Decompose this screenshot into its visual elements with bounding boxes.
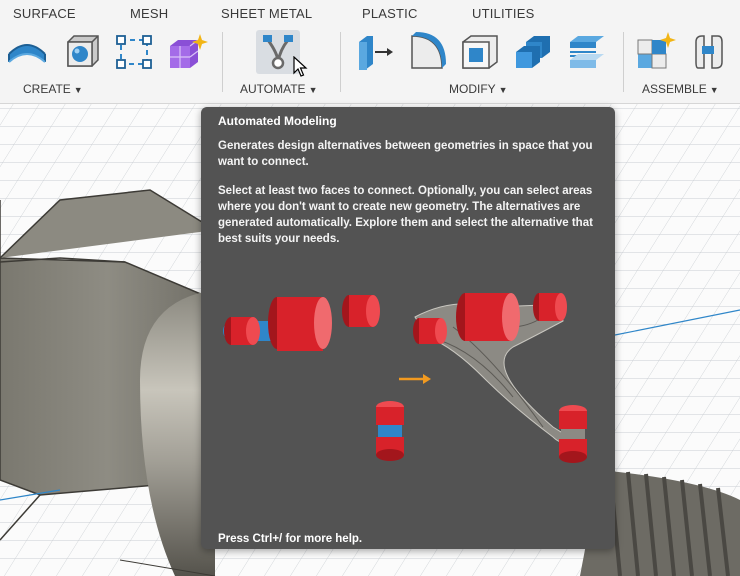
fillet-icon[interactable] [405,30,449,74]
toolbar: SURFACE MESH SHEET METAL PLASTIC UTILITI… [0,0,740,104]
extrude-surface-icon[interactable] [5,30,49,74]
tab-utilities[interactable]: UTILITIES [472,6,534,21]
sphere-box-icon[interactable] [59,30,103,74]
chevron-down-icon: ▼ [308,85,318,95]
new-component-icon[interactable] [633,30,677,74]
group-automate[interactable]: AUTOMATE ▼ [240,82,317,96]
shell-icon[interactable] [458,30,502,74]
tab-mesh[interactable]: MESH [130,6,168,21]
joint-icon[interactable] [687,30,731,74]
mouse-cursor-icon [293,56,308,77]
tooltip-title: Automated Modeling [218,114,337,128]
tab-plastic[interactable]: PLASTIC [362,6,418,21]
divider [222,32,223,92]
tooltip-description: Generates design alternatives between ge… [218,140,593,168]
divider [340,32,341,92]
tooltip-footer: Press Ctrl+/ for more help. [218,533,363,545]
generated-geometry-illustration [413,293,587,463]
chevron-down-icon: ▼ [498,85,508,95]
input-pillar-illustration [376,401,404,461]
chevron-down-icon: ▼ [709,85,719,95]
form-sparkle-icon[interactable] [164,30,208,74]
input-geometry-illustration [223,295,380,351]
tab-sheet-metal[interactable]: SHEET METAL [221,6,312,21]
automated-modeling-illustration [223,293,587,463]
tooltip-instructions: Select at least two faces to connect. Op… [218,185,593,245]
divider [623,32,624,92]
tab-surface[interactable]: SURFACE [13,6,76,21]
press-pull-icon[interactable] [352,30,396,74]
group-create[interactable]: CREATE ▼ [23,82,83,96]
group-assemble[interactable]: ASSEMBLE ▼ [642,82,719,96]
offset-face-icon[interactable] [565,30,609,74]
group-modify[interactable]: MODIFY ▼ [449,82,508,96]
sketch-rectangle-icon[interactable] [112,30,156,74]
tooltip-automated-modeling: Automated Modeling Generates design alte… [201,107,615,549]
chevron-down-icon: ▼ [73,85,83,95]
combine-icon[interactable] [511,30,555,74]
